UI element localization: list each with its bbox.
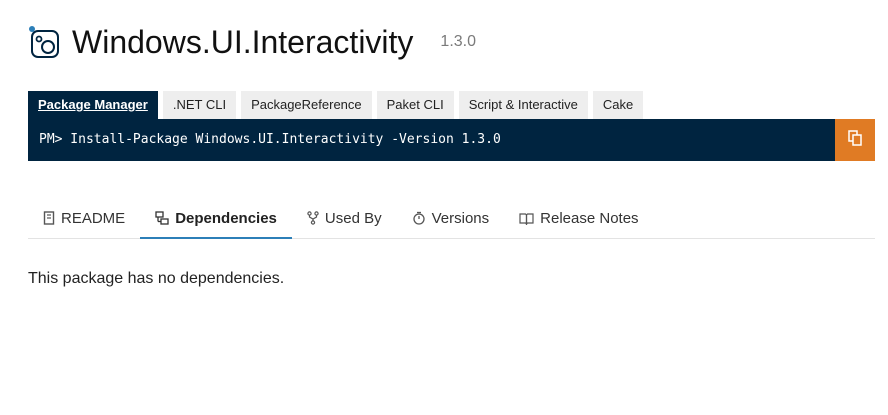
used-by-icon xyxy=(307,211,319,225)
package-icon xyxy=(28,25,62,59)
tab-release-notes[interactable]: Release Notes xyxy=(504,198,653,238)
package-title: Windows.UI.Interactivity xyxy=(72,24,414,60)
tab-release-notes-label: Release Notes xyxy=(540,209,639,227)
tab-versions[interactable]: Versions xyxy=(397,198,505,238)
tab-readme-label: README xyxy=(61,209,126,227)
body-tabs: README Dependencies Used By Versions Rel… xyxy=(28,198,875,239)
tab-used-by[interactable]: Used By xyxy=(292,198,397,238)
tab-versions-label: Versions xyxy=(431,209,490,227)
install-tab-package-manager[interactable]: Package Manager xyxy=(28,91,158,119)
install-command-box: PM> Install-Package Windows.UI.Interacti… xyxy=(28,119,875,161)
package-header: Windows.UI.Interactivity 1.3.0 xyxy=(28,22,476,62)
tab-used-by-label: Used By xyxy=(324,209,382,227)
install-tab-script-interactive[interactable]: Script & Interactive xyxy=(458,91,588,119)
no-dependencies-message: This package has no dependencies. xyxy=(28,270,285,287)
versions-icon xyxy=(412,211,426,225)
tab-dependencies-label: Dependencies xyxy=(175,209,277,227)
dependencies-icon xyxy=(155,211,169,225)
install-tab-package-reference[interactable]: PackageReference xyxy=(241,91,372,119)
install-tab-dotnet-cli[interactable]: .NET CLI xyxy=(162,91,237,119)
copy-icon xyxy=(848,129,862,151)
install-command-text[interactable]: PM> Install-Package Windows.UI.Interacti… xyxy=(39,119,501,161)
install-tab-paket-cli[interactable]: Paket CLI xyxy=(376,91,454,119)
tab-dependencies[interactable]: Dependencies xyxy=(140,198,292,239)
readme-icon xyxy=(43,211,55,225)
release-notes-icon xyxy=(519,212,534,225)
install-tabs: Package Manager .NET CLI PackageReferenc… xyxy=(28,91,648,119)
tab-readme[interactable]: README xyxy=(28,198,140,238)
copy-button[interactable] xyxy=(835,119,875,161)
install-tab-cake[interactable]: Cake xyxy=(592,91,644,119)
package-version: 1.3.0 xyxy=(440,33,477,50)
